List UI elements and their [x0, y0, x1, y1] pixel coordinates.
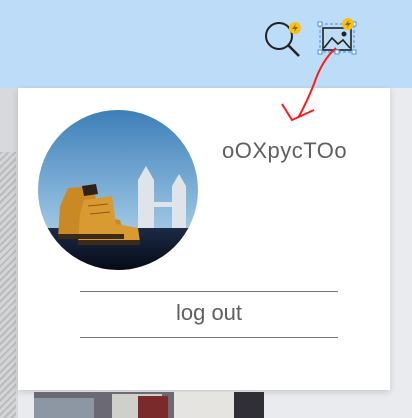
background-strip — [0, 88, 18, 418]
lightning-badge-icon — [342, 18, 354, 30]
account-dropdown: oOXpycTOo log out — [18, 88, 390, 390]
avatar[interactable] — [38, 110, 198, 270]
top-bar — [0, 0, 412, 88]
log-out-button[interactable]: log out — [80, 296, 338, 330]
feed-photo-thumbnail[interactable] — [34, 392, 264, 418]
background-texture — [0, 152, 16, 418]
divider — [80, 291, 338, 292]
search-button[interactable] — [263, 20, 303, 60]
username-label: oOXpycTOo — [222, 138, 348, 163]
lightning-badge-icon — [289, 22, 301, 34]
image-button[interactable] — [316, 18, 358, 58]
divider — [80, 337, 338, 338]
